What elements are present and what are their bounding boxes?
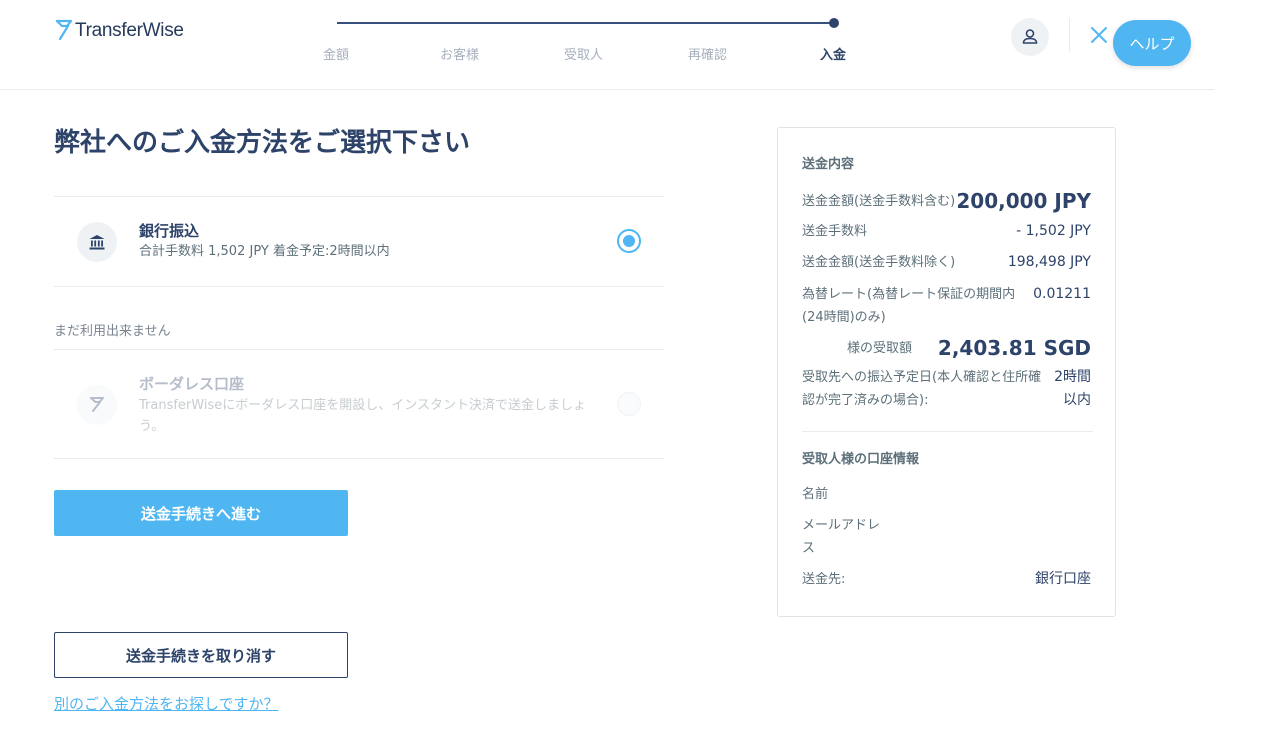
- summary-value-rate: 0.01211: [1033, 286, 1091, 302]
- summary-value-fee: - 1,502 JPY: [1016, 223, 1091, 239]
- bank-transfer-radio[interactable]: [617, 229, 641, 253]
- option-description: TransferWiseにボーダレス口座を開設し、インスタント決済で送金しましょ…: [139, 398, 586, 434]
- recipient-label-name: 名前: [802, 487, 829, 502]
- summary-value-received: 2,403.81 SGD: [937, 336, 1091, 360]
- help-button[interactable]: ヘルプ: [1113, 20, 1191, 66]
- steps-progress-track: [337, 22, 833, 24]
- summary-divider: [802, 431, 1093, 432]
- recipient-section-title: 受取人様の口座情報: [802, 452, 920, 467]
- progress-steps: 金額 お客様 受取人 再確認 入金: [300, 14, 880, 74]
- summary-value-eta-line2: 以内: [1063, 392, 1091, 408]
- divider: [54, 286, 664, 287]
- transferwise-flag-icon: [55, 19, 73, 41]
- recipient-label-destination: 送金先:: [802, 572, 846, 587]
- borderless-account-radio: [617, 392, 641, 416]
- summary-label-fee: 送金手数料: [802, 224, 868, 239]
- step-review[interactable]: 再確認: [688, 44, 727, 63]
- summary-value-total: 200,000 JPY: [956, 189, 1091, 213]
- payment-option-bank-transfer[interactable]: 銀行振込 合計手数料 1,502 JPY 着金予定:2時間以内: [54, 197, 664, 286]
- divider: [54, 458, 664, 459]
- summary-label-rate: 為替レート(為替レート保証の期間内(24時間)のみ): [802, 287, 1016, 325]
- recipient-label-email: メールアドレス: [802, 518, 881, 556]
- summary-label-received: 様の受取額: [847, 341, 913, 356]
- summary-section-title: 送金内容: [802, 157, 855, 172]
- logo-text: TransferWise: [75, 20, 184, 41]
- summary-value-net: 198,498 JPY: [1007, 254, 1091, 270]
- bank-icon-wrap: [77, 222, 117, 262]
- close-icon: [1091, 27, 1107, 43]
- bank-icon: [89, 235, 105, 250]
- step-customer[interactable]: お客様: [440, 44, 479, 63]
- transferwise-icon-wrap: [77, 385, 117, 425]
- top-header: TransferWise 金額 お客様 受取人 再確認 入金 ヘルプ: [0, 0, 1214, 90]
- summary-label-eta: 受取先への振込予定日(本人確認と住所確認が完了済みの場合):: [802, 370, 1042, 408]
- recipient-value-destination: 銀行口座: [1035, 571, 1091, 587]
- option-title: ボーダレス口座: [139, 375, 245, 393]
- transfer-summary-card: 送金内容 送金金額(送金手数料含む) 200,000 JPY 送金手数料 - 1…: [777, 127, 1116, 617]
- summary-label-net: 送金金額(送金手数料除く): [802, 255, 956, 270]
- summary-label-total: 送金金額(送金手数料含む): [802, 194, 956, 209]
- profile-button[interactable]: [1011, 18, 1049, 56]
- payment-option-borderless-account: ボーダレス口座 TransferWiseにボーダレス口座を開設し、インスタント決…: [54, 350, 664, 458]
- option-description: 合計手数料 1,502 JPY 着金予定:2時間以内: [139, 244, 390, 259]
- step-recipient[interactable]: 受取人: [564, 44, 603, 63]
- user-icon: [1022, 29, 1038, 44]
- close-button[interactable]: [1088, 24, 1110, 46]
- transferwise-flag-icon: [90, 397, 104, 412]
- header-divider: [1069, 18, 1070, 52]
- transferwise-logo[interactable]: TransferWise: [54, 18, 184, 44]
- unavailable-label: まだ利用出来ません: [54, 324, 171, 339]
- radio-selected-dot: [623, 235, 635, 247]
- alternative-payment-link[interactable]: 別のご入金方法をお探しですか？: [54, 693, 279, 714]
- summary-value-eta-line1: 2時間: [1054, 369, 1091, 385]
- option-title: 銀行振込: [139, 222, 200, 240]
- step-amount[interactable]: 金額: [323, 44, 349, 63]
- page-title: 弊社へのご入金方法をご選択下さい: [54, 128, 471, 158]
- step-payment: 入金: [820, 48, 847, 63]
- steps-current-dot: [829, 18, 839, 28]
- cancel-transfer-button[interactable]: 送金手続きを取り消す: [54, 632, 348, 678]
- continue-button[interactable]: 送金手続きへ進む: [54, 490, 348, 536]
